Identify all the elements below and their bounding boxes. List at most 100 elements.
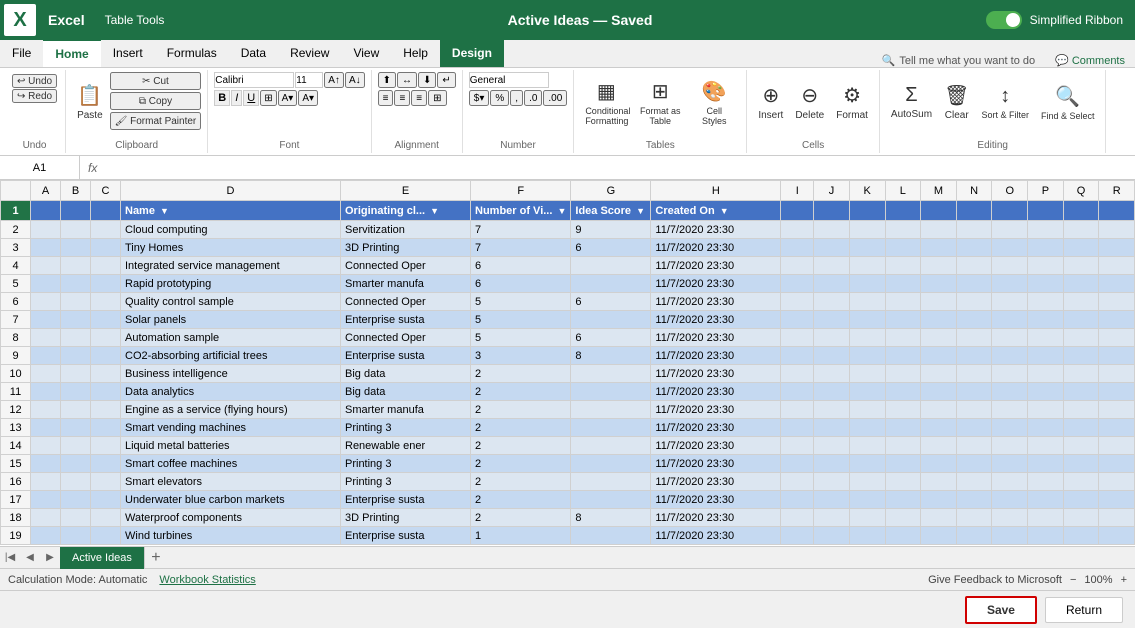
cell-r16-c14[interactable] <box>956 473 992 491</box>
cell-r18-c16[interactable] <box>1028 509 1064 527</box>
cell-r18-c12[interactable] <box>885 509 921 527</box>
cell-r17-c14[interactable] <box>956 491 992 509</box>
cell-r8-c8[interactable]: 11/7/2020 23:30 <box>651 329 781 347</box>
cell-r15-c11[interactable] <box>849 455 885 473</box>
cell-r15-c8[interactable]: 11/7/2020 23:30 <box>651 455 781 473</box>
cell-r7-c18[interactable] <box>1099 311 1135 329</box>
cell-r12-c4[interactable]: Engine as a service (flying hours) <box>121 401 341 419</box>
cell-r16-c17[interactable] <box>1063 473 1099 491</box>
cell-r18-c1[interactable] <box>31 509 61 527</box>
cell-r9-c3[interactable] <box>91 347 121 365</box>
cell-r2-c4[interactable]: Cloud computing <box>121 221 341 239</box>
cell-r13-c16[interactable] <box>1028 419 1064 437</box>
cell-r19-c8[interactable]: 11/7/2020 23:30 <box>651 527 781 545</box>
cell-r14-c14[interactable] <box>956 437 992 455</box>
add-sheet-button[interactable]: + <box>145 547 167 569</box>
cell-r5-c10[interactable] <box>814 275 850 293</box>
cell-r4-c5[interactable]: Connected Oper <box>341 257 471 275</box>
cell-r16-c9[interactable] <box>781 473 814 491</box>
cell-r14-c5[interactable]: Renewable ener <box>341 437 471 455</box>
cell-r16-c3[interactable] <box>91 473 121 491</box>
cell-r3-c18[interactable] <box>1099 239 1135 257</box>
cell-r6-c15[interactable] <box>992 293 1028 311</box>
cell-r17-c16[interactable] <box>1028 491 1064 509</box>
cell-r12-c17[interactable] <box>1063 401 1099 419</box>
cell-r5-c9[interactable] <box>781 275 814 293</box>
cell-r9-c5[interactable]: Enterprise susta <box>341 347 471 365</box>
cell-styles-button[interactable]: 🎨 Cell Styles <box>688 72 740 132</box>
cell-r5-c5[interactable]: Smarter manufa <box>341 275 471 293</box>
cell-r9-c12[interactable] <box>885 347 921 365</box>
cell-r18-c11[interactable] <box>849 509 885 527</box>
cell-r14-c4[interactable]: Liquid metal batteries <box>121 437 341 455</box>
cell-r2-c11[interactable] <box>849 221 885 239</box>
cell-r15-c9[interactable] <box>781 455 814 473</box>
cell-r15-c0[interactable]: 15 <box>1 455 31 473</box>
cell-r10-c13[interactable] <box>921 365 957 383</box>
col-header-f[interactable]: F <box>471 181 571 201</box>
cell-r10-c18[interactable] <box>1099 365 1135 383</box>
cell-r13-c17[interactable] <box>1063 419 1099 437</box>
cell-r10-c7[interactable] <box>571 365 651 383</box>
cell-r8-c14[interactable] <box>956 329 992 347</box>
cell-r16-c7[interactable] <box>571 473 651 491</box>
tab-file[interactable]: File <box>0 39 43 67</box>
cell-r4-c18[interactable] <box>1099 257 1135 275</box>
cell-r17-c17[interactable] <box>1063 491 1099 509</box>
cell-r2-c16[interactable] <box>1028 221 1064 239</box>
font-grow-button[interactable]: A↑ <box>324 72 344 88</box>
col-header-l[interactable]: L <box>885 181 921 201</box>
cell-r13-c4[interactable]: Smart vending machines <box>121 419 341 437</box>
cell-r3-c8[interactable]: 11/7/2020 23:30 <box>651 239 781 257</box>
cell-r18-c8[interactable]: 11/7/2020 23:30 <box>651 509 781 527</box>
cell-r5-c1[interactable] <box>31 275 61 293</box>
bold-button[interactable]: B <box>214 90 230 106</box>
tell-me-box[interactable]: 🔍 Tell me what you want to do <box>872 54 1045 67</box>
cell-r13-c10[interactable] <box>814 419 850 437</box>
cell-r12-c1[interactable] <box>31 401 61 419</box>
cell-r4-c9[interactable] <box>781 257 814 275</box>
cell-r6-c5[interactable]: Connected Oper <box>341 293 471 311</box>
cell-r2-c5[interactable]: Servitization <box>341 221 471 239</box>
cell-r15-c15[interactable] <box>992 455 1028 473</box>
cell-r3-c6[interactable]: 7 <box>471 239 571 257</box>
redo-button[interactable]: ↪ Redo <box>12 89 57 103</box>
cell-r9-c11[interactable] <box>849 347 885 365</box>
sort-filter-button[interactable]: ↕ Sort & Filter <box>976 72 1034 132</box>
format-painter-button[interactable]: 🖌 Format Painter <box>110 112 202 130</box>
cell-r12-c3[interactable] <box>91 401 121 419</box>
font-size-input[interactable] <box>295 72 323 88</box>
cell-r10-c14[interactable] <box>956 365 992 383</box>
cell-r10-c12[interactable] <box>885 365 921 383</box>
cell-r10-c2[interactable] <box>61 365 91 383</box>
cell-r14-c18[interactable] <box>1099 437 1135 455</box>
cell-r14-c7[interactable] <box>571 437 651 455</box>
cell-r11-c0[interactable]: 11 <box>1 383 31 401</box>
cell-r17-c12[interactable] <box>885 491 921 509</box>
cell-r13-c11[interactable] <box>849 419 885 437</box>
cell-r15-c4[interactable]: Smart coffee machines <box>121 455 341 473</box>
cell-r7-c17[interactable] <box>1063 311 1099 329</box>
cell-r14-c1[interactable] <box>31 437 61 455</box>
cell-r17-c8[interactable]: 11/7/2020 23:30 <box>651 491 781 509</box>
cell-r9-c1[interactable] <box>31 347 61 365</box>
cell-r8-c6[interactable]: 5 <box>471 329 571 347</box>
cell-r18-c7[interactable]: 8 <box>571 509 651 527</box>
italic-button[interactable]: I <box>231 90 242 106</box>
cell-r13-c12[interactable] <box>885 419 921 437</box>
cell-r12-c0[interactable]: 12 <box>1 401 31 419</box>
cell-r6-c17[interactable] <box>1063 293 1099 311</box>
cell-r10-c0[interactable]: 10 <box>1 365 31 383</box>
cell-r15-c6[interactable]: 2 <box>471 455 571 473</box>
cell-r5-c3[interactable] <box>91 275 121 293</box>
cell-r4-c11[interactable] <box>849 257 885 275</box>
cell-r4-c6[interactable]: 6 <box>471 257 571 275</box>
cell-r19-c9[interactable] <box>781 527 814 545</box>
grid-container[interactable]: A B C D E F G H I J K L M N O P Q <box>0 180 1135 546</box>
align-center-button[interactable]: ≡ <box>394 90 410 106</box>
cell-r4-c16[interactable] <box>1028 257 1064 275</box>
col-header-e[interactable]: E <box>341 181 471 201</box>
cell-r17-c1[interactable] <box>31 491 61 509</box>
cell-r12-c12[interactable] <box>885 401 921 419</box>
cell-r7-c12[interactable] <box>885 311 921 329</box>
